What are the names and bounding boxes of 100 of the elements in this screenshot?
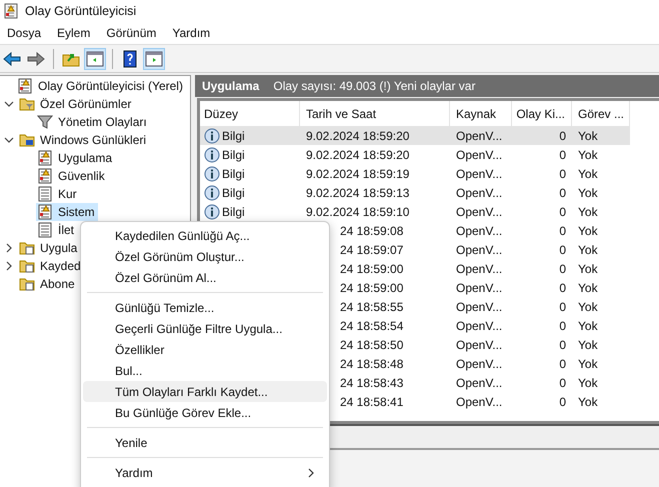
context-menu-item[interactable]: Özellikler <box>83 339 327 360</box>
table-cell: 0 <box>559 148 566 162</box>
table-cell: 9.02.2024 18:59:20 <box>306 128 410 142</box>
tree-label: Sistem <box>58 205 95 219</box>
table-cell: Yok <box>578 394 598 408</box>
info-icon <box>204 204 220 220</box>
panel-title: Uygulama <box>202 79 260 93</box>
pane-toggle-button[interactable] <box>143 48 165 70</box>
table-cell: Bilgi <box>222 186 245 200</box>
table-cell: 0 <box>559 128 566 142</box>
table-cell: Yok <box>578 280 598 294</box>
menu-item[interactable]: Yardım <box>165 26 216 40</box>
context-menu-item[interactable]: Tüm Olayları Farklı Kaydet... <box>83 381 327 402</box>
table-cell: Yok <box>578 242 598 256</box>
table-cell: Yok <box>578 356 598 370</box>
table-cell: Yok <box>578 224 598 238</box>
table-cell-text: 24 18:59:08 <box>339 224 404 238</box>
context-menu-item[interactable]: Günlüğü Temizle... <box>83 297 327 318</box>
tree-item[interactable]: Güvenlik <box>36 167 108 185</box>
table-cell: OpenV... <box>456 394 502 408</box>
table-cell-text: 24 18:59:00 <box>339 262 404 276</box>
table-cell: Yok <box>578 300 598 314</box>
table-cell: 0 <box>559 166 566 180</box>
tree-item[interactable]: Windows Günlükleri <box>18 131 150 149</box>
table-cell: Yok <box>578 128 598 142</box>
folder-icon <box>19 276 35 292</box>
table-cell: OpenV... <box>456 186 502 200</box>
table-cell: OpenV... <box>456 376 502 390</box>
filter-icon <box>37 114 53 130</box>
table-cell: Yok <box>578 148 598 162</box>
chevron-icon[interactable] <box>4 261 14 271</box>
info-icon <box>204 166 220 182</box>
folder-icon <box>19 258 35 274</box>
folder-icon <box>19 132 35 148</box>
document-icon <box>37 222 53 238</box>
window-title: Olay Görüntüleyicisi <box>25 4 136 18</box>
tree-item[interactable]: Özel Görünümler <box>18 95 134 113</box>
tree-item[interactable]: İlet <box>36 221 78 239</box>
table-cell: 9.02.2024 18:59:20 <box>306 148 410 162</box>
context-menu-item[interactable]: Yardım <box>83 462 327 483</box>
table-cell: Yok <box>578 166 598 180</box>
log-warning-icon <box>37 204 53 220</box>
menu-item[interactable]: Dosya <box>0 26 48 40</box>
tree-item[interactable]: Kur <box>36 185 80 203</box>
table-cell-text: 24 18:58:50 <box>339 338 404 352</box>
context-menu-item[interactable]: Özel Görünüm Al... <box>83 267 327 288</box>
tree-item[interactable]: Sistem <box>36 203 98 221</box>
table-cell-text: 24 18:59:00 <box>339 280 404 294</box>
table-cell: 0 <box>559 262 566 276</box>
table-cell: Bilgi <box>222 204 245 218</box>
info-icon <box>204 184 220 200</box>
context-menu-item[interactable]: Yenile <box>83 432 327 453</box>
app-icon <box>3 3 19 19</box>
tree-label: İlet <box>58 223 74 237</box>
folder-icon <box>19 96 35 112</box>
table-cell: 0 <box>559 356 566 370</box>
table-cell: 0 <box>559 280 566 294</box>
event-count: Olay sayısı: 49.003 (!) Yeni olaylar var <box>273 79 476 93</box>
table-cell-text: 24 18:59:07 <box>339 242 404 256</box>
table-cell: Yok <box>578 204 598 218</box>
table-cell: Yok <box>578 186 598 200</box>
tree-label: Kur <box>58 187 77 201</box>
table-cell: OpenV... <box>456 148 502 162</box>
table-cell: 9.02.2024 18:59:13 <box>306 186 410 200</box>
table-cell: 0 <box>559 338 566 352</box>
context-menu-item[interactable]: Özel Görünüm Oluştur... <box>83 246 327 267</box>
table-cell: Bilgi <box>222 148 245 162</box>
table-cell: 0 <box>559 242 566 256</box>
info-icon <box>204 146 220 162</box>
tree-label: Uygula <box>40 241 78 255</box>
tree-item[interactable]: Kayded <box>18 257 84 275</box>
log-warning-icon <box>37 168 53 184</box>
chevron-icon[interactable] <box>4 99 14 109</box>
tree-label: Kayded <box>40 259 81 273</box>
tree-item[interactable]: Yönetim Olayları <box>36 113 150 131</box>
table-cell: OpenV... <box>456 166 502 180</box>
tree-label: Uygulama <box>58 151 112 165</box>
tree-item[interactable]: Abone <box>18 275 78 293</box>
context-menu-item[interactable]: Kaydedilen Günlüğü Aç... <box>83 225 327 246</box>
context-menu-item[interactable]: Bu Günlüğe Görev Ekle... <box>83 402 327 423</box>
menu-item[interactable]: Görünüm <box>99 26 162 40</box>
chevron-icon[interactable] <box>4 243 14 253</box>
pane-toggle-button[interactable] <box>84 48 106 70</box>
chevron-icon[interactable] <box>4 135 14 145</box>
tree-item[interactable]: Olay Görüntüleyicisi (Yerel) <box>16 77 186 95</box>
selected-row[interactable]: Bilgi 9.02.2024 18:59:20 OpenV... 0 Yok <box>200 126 630 145</box>
table-cell: OpenV... <box>456 128 502 142</box>
table-cell: OpenV... <box>456 356 502 370</box>
tree-label: Windows Günlükleri <box>40 133 146 147</box>
tree-label: Abone <box>40 277 75 291</box>
table-cell: 0 <box>559 300 566 314</box>
context-menu-item[interactable]: Geçerli Günlüğe Filtre Uygula... <box>83 318 327 339</box>
table-cell-text: 24 18:58:41 <box>339 394 404 408</box>
table-cell: Yok <box>578 262 598 276</box>
tree-item[interactable]: Uygula <box>18 239 80 257</box>
table-cell: OpenV... <box>456 318 502 332</box>
menu-item[interactable]: Eylem <box>50 26 96 40</box>
table-cell-text: 24 18:58:43 <box>339 376 404 390</box>
tree-item[interactable]: Uygulama <box>36 149 116 167</box>
context-menu-item[interactable]: Bul... <box>83 360 327 381</box>
